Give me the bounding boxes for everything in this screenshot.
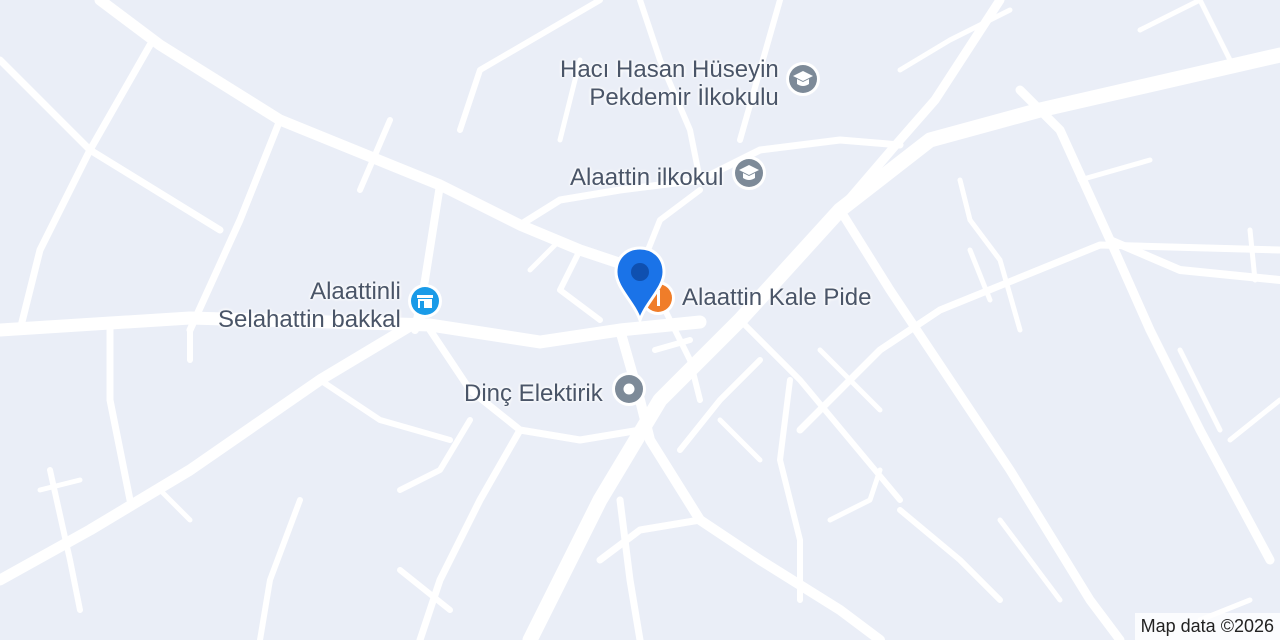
location-pin-icon[interactable] <box>612 246 668 322</box>
store-icon <box>407 284 442 318</box>
map-attribution[interactable]: Map data ©2026 <box>1134 613 1280 640</box>
school-icon <box>785 62 820 96</box>
poi-alaattin-ilkokul[interactable]: Alaattin ilkokul <box>570 155 767 201</box>
poi-label: Alaattin ilkokul <box>570 164 724 191</box>
poi-haci-hasan-huseyin-pekdemir-ilkokulu[interactable]: Hacı Hasan Hüseyin Pekdemir İlkokulu <box>560 56 821 112</box>
poi-label: Alaattin Kale Pide <box>682 284 872 311</box>
poi-label: Alaattinli Selahattin bakkal <box>218 278 401 333</box>
poi-alaattinli-selahattin-bakkal[interactable]: Alaattinli Selahattin bakkal <box>218 278 443 334</box>
place-icon <box>611 372 646 406</box>
map-canvas[interactable]: Hacı Hasan Hüseyin Pekdemir İlkokulu Ala… <box>0 0 1280 640</box>
school-icon <box>732 156 767 190</box>
poi-alaattin-kale-pide[interactable]: Alaattin Kale Pide <box>640 280 871 326</box>
poi-label: Hacı Hasan Hüseyin Pekdemir İlkokulu <box>560 56 779 111</box>
poi-dinc-elektirik[interactable]: Dinç Elektirik <box>464 371 647 417</box>
poi-label: Dinç Elektirik <box>464 380 603 407</box>
